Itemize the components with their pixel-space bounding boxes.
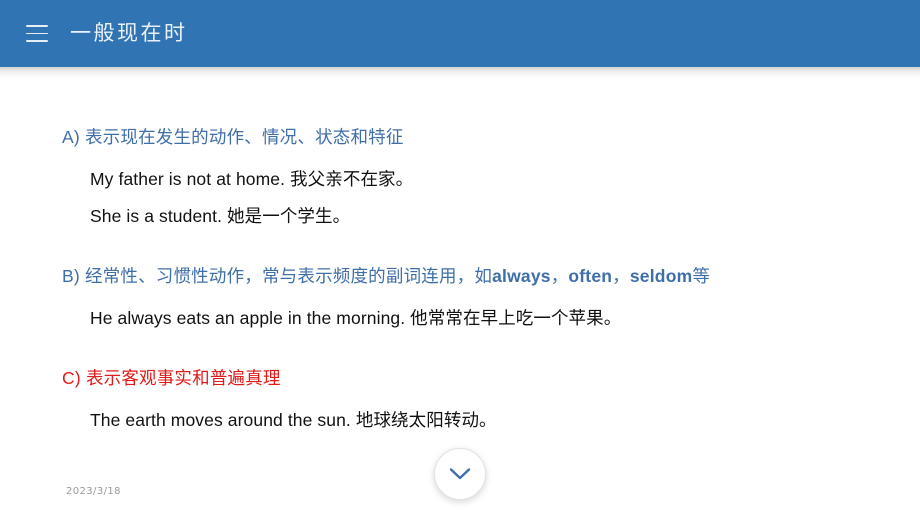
section-c-example-1: The earth moves around the sun. 地球绕太阳转动。	[90, 410, 497, 430]
section-c-heading-text: 表示客观事实和普遍真理	[85, 368, 281, 388]
section-a: A) 表示现在发生的动作、情况、状态和特征 My father is not a…	[62, 124, 413, 229]
section-b-marker: B)	[62, 266, 80, 286]
date-stamp: 2023/3/18	[66, 486, 121, 497]
section-b-heading-text-part2: 等	[692, 266, 711, 286]
section-b-separator-1: ，	[550, 266, 569, 286]
section-a-heading-text: 表示现在发生的动作、情况、状态和特征	[84, 127, 404, 147]
chevron-down-icon	[448, 466, 472, 482]
page-title: 一般现在时	[70, 22, 188, 45]
hamburger-line-3	[26, 40, 48, 42]
hamburger-line-2	[26, 32, 48, 35]
section-b-heading-text-part1: 经常性、习惯性动作，常与表示频度的副词连用，如	[84, 266, 493, 286]
section-c-heading: C) 表示客观事实和普遍真理	[62, 365, 497, 391]
section-b: B) 经常性、习惯性动作，常与表示频度的副词连用，如always，often，s…	[62, 263, 710, 331]
section-a-heading: A) 表示现在发生的动作、情况、状态和特征	[62, 124, 413, 150]
section-a-example-1: My father is not at home. 我父亲不在家。	[90, 169, 414, 189]
next-slide-button[interactable]	[434, 448, 486, 500]
section-c-marker: C)	[62, 368, 81, 388]
section-b-example-1: He always eats an apple in the morning. …	[90, 308, 622, 328]
section-b-separator-2: ，	[612, 266, 630, 286]
app-header: 一般现在时	[0, 0, 920, 67]
section-b-keyword-often: often	[568, 266, 613, 286]
section-a-marker: A)	[62, 127, 80, 147]
section-b-heading: B) 经常性、习惯性动作，常与表示频度的副词连用，如always，often，s…	[62, 263, 710, 289]
hamburger-icon[interactable]	[26, 25, 48, 42]
slide-page: 一般现在时 A) 表示现在发生的动作、情况、状态和特征 My father is…	[0, 0, 920, 517]
section-c: C) 表示客观事实和普遍真理 The earth moves around th…	[62, 365, 497, 433]
hamburger-line-1	[26, 25, 48, 27]
section-b-keyword-always: always	[492, 266, 551, 286]
section-a-example-2: She is a student. 她是一个学生。	[90, 206, 351, 226]
section-b-keyword-seldom: seldom	[629, 266, 693, 286]
